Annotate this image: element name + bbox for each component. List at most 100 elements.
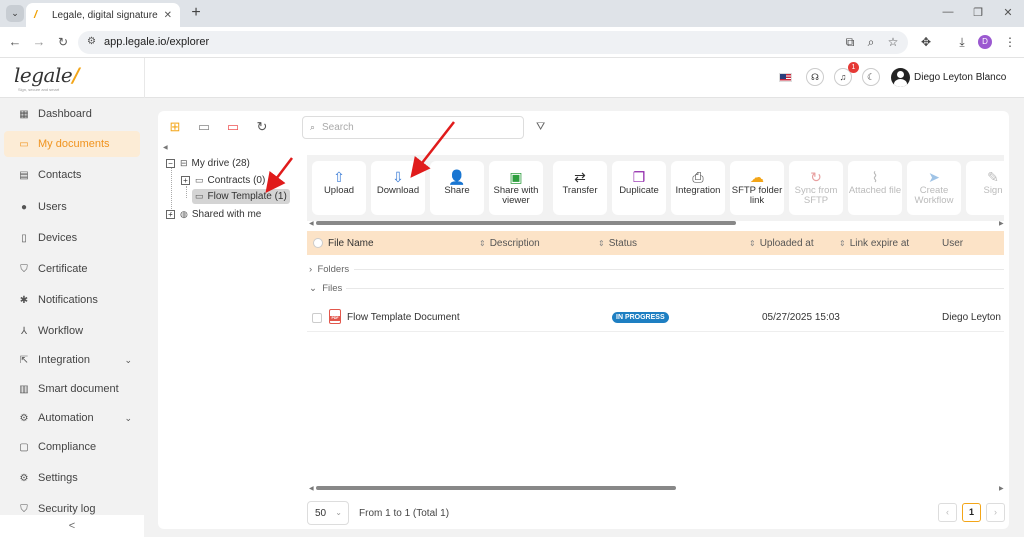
refresh-icon[interactable]: ↻ [254, 119, 270, 135]
scroll-right-icon[interactable]: ▶ [999, 485, 1004, 492]
column-user[interactable]: User [942, 238, 963, 249]
sidebar-item-automation[interactable]: ⚙ Automation ⌄ [4, 405, 140, 431]
bookmark-star-icon[interactable]: ☆ [886, 35, 900, 49]
pdf-file-icon: PDF [329, 309, 341, 324]
download-icon: ⇩ [392, 169, 404, 185]
folder-icon: ▭ [19, 138, 29, 150]
reload-icon[interactable]: ↻ [56, 35, 70, 49]
user-icon: ● [20, 201, 28, 213]
site-info-icon[interactable]: ⚙ [87, 36, 96, 47]
sidebar-item-workflow[interactable]: ⅄ Workflow [4, 318, 140, 344]
action-toolbar: ⇧ Upload ⇩ Download 👤 Share ▣ Share with vie… [307, 155, 1004, 221]
sidebar-item-smart-document[interactable]: ▥ Smart document [4, 376, 140, 402]
column-description[interactable]: ⇕ Description [479, 238, 540, 249]
scroll-left-icon[interactable]: ◀ [163, 144, 168, 151]
dashboard-icon: ▦ [19, 108, 29, 120]
sidebar-item-integration[interactable]: ⇱ Integration ⌄ [4, 347, 140, 373]
user-name[interactable]: Diego Leyton Blanco [914, 72, 1006, 83]
scroll-left-icon[interactable]: ◀ [309, 220, 314, 227]
file-name[interactable]: Flow Template Document [347, 312, 460, 323]
sitemap-icon: ⅄ [20, 325, 28, 337]
user-avatar[interactable] [891, 68, 910, 87]
create-workflow-button[interactable]: ➤ Create Workflow [907, 161, 961, 215]
transfer-button[interactable]: ⇄ Transfer [553, 161, 607, 215]
tab-search-button[interactable]: ⌄ [6, 5, 24, 22]
theme-toggle-icon[interactable]: ☾ [862, 68, 880, 86]
page-button-current[interactable]: 1 [962, 503, 981, 522]
search-icon: ⌕ [310, 122, 316, 132]
expand-node-icon[interactable]: + [181, 176, 190, 185]
column-uploaded-at[interactable]: ⇕ Uploaded at [749, 238, 814, 249]
sidebar-item-contacts[interactable]: ▤ Contacts [4, 162, 140, 188]
tree-node-contracts[interactable]: + ▭ Contracts (0) [181, 173, 265, 188]
share-with-viewer-button[interactable]: ▣ Share with viewer [489, 161, 543, 215]
back-icon[interactable]: ← [8, 35, 22, 49]
legale-favicon-icon: / [34, 9, 38, 21]
duplicate-button[interactable]: ❐ Duplicate [612, 161, 666, 215]
column-status[interactable]: ⇕ Status [598, 238, 637, 249]
chevron-down-icon: ⌄ [335, 508, 342, 517]
group-folders[interactable]: › Folders [309, 264, 349, 275]
zoom-icon[interactable]: ⌕ [864, 35, 878, 50]
support-icon[interactable]: ☊ [806, 68, 824, 86]
sidebar-collapse-button[interactable]: < [0, 515, 144, 537]
forward-icon[interactable]: → [32, 35, 46, 49]
sftp-folder-link-button[interactable]: ☁ SFTP folder link [730, 161, 784, 215]
downloads-icon[interactable]: ⤓ [955, 35, 969, 50]
extensions-icon[interactable]: ✥ [919, 35, 933, 49]
toolbar-scrollbar[interactable] [316, 221, 736, 225]
sidebar-item-dashboard[interactable]: ▦ Dashboard [4, 101, 140, 127]
sidebar-item-notifications[interactable]: ✱ Notifications [4, 287, 140, 313]
sidebar-item-settings[interactable]: ⚙ Settings [4, 465, 140, 491]
shield-icon: ⛉ [20, 503, 28, 515]
profile-avatar[interactable]: D [978, 35, 992, 49]
select-all-checkbox[interactable] [313, 238, 323, 248]
table-scrollbar[interactable] [316, 486, 676, 490]
logo-wordmark: legale/ [14, 63, 80, 87]
address-bar[interactable]: ⚙ app.legale.io/explorer ⧉ ⌕ ☆ [78, 31, 908, 54]
page-size-select[interactable]: 50 ⌄ [307, 501, 349, 525]
folder-delete-icon[interactable]: ▭ [225, 119, 241, 135]
attached-file-button[interactable]: ⌇ Attached file [848, 161, 902, 215]
folder-move-icon[interactable]: ▭ [196, 119, 212, 135]
column-link-expire-at[interactable]: ⇕ Link expire at [839, 238, 909, 249]
minimize-window-icon[interactable]: — [941, 6, 955, 18]
sign-button[interactable]: ✎ Sign [966, 161, 1004, 215]
row-checkbox[interactable] [312, 313, 322, 323]
browser-menu-icon[interactable]: ⋮ [1003, 35, 1017, 49]
tree-node-shared[interactable]: + ◍ Shared with me [166, 207, 261, 222]
restore-window-icon[interactable]: ❐ [971, 6, 985, 19]
sidebar-item-devices[interactable]: ▯ Devices [4, 225, 140, 251]
new-tab-button[interactable]: + [188, 4, 204, 21]
expand-node-icon[interactable]: + [166, 210, 175, 219]
sidebar-item-certificate[interactable]: ⛉ Certificate [4, 256, 140, 282]
sidebar-item-my-documents[interactable]: ▭ My documents [4, 131, 140, 157]
sidebar-item-compliance[interactable]: ▢ Compliance [4, 434, 140, 460]
group-files[interactable]: ⌄ Files [309, 283, 342, 294]
close-tab-icon[interactable]: ✕ [164, 10, 172, 21]
next-page-button[interactable]: › [986, 503, 1005, 522]
legale-logo[interactable]: legale/ Sign, secure and smart [14, 63, 144, 95]
browser-tab[interactable]: / Legale, digital signature ✕ [26, 3, 180, 27]
address-url[interactable]: app.legale.io/explorer [104, 36, 209, 48]
sync-from-sftp-button[interactable]: ↻ Sync from SFTP [789, 161, 843, 215]
new-folder-icon[interactable]: ⊞ [167, 119, 183, 135]
close-window-icon[interactable]: ✕ [1001, 6, 1015, 19]
search-input[interactable]: ⌕ Search [302, 116, 524, 139]
upload-button[interactable]: ⇧ Upload [312, 161, 366, 215]
prev-page-button[interactable]: ‹ [938, 503, 957, 522]
table-header: File Name ⇕ Description ⇕ Status ⇕ Uploaded… [307, 231, 1004, 255]
share-button[interactable]: 👤 Share [430, 161, 484, 215]
integration-button[interactable]: ⎙ Integration [671, 161, 725, 215]
tree-node-my-drive[interactable]: − ⊟ My drive (28) [166, 156, 250, 171]
column-file-name[interactable]: File Name [328, 238, 374, 249]
scroll-right-icon[interactable]: ▶ [999, 220, 1004, 227]
collapse-node-icon[interactable]: − [166, 159, 175, 168]
sidebar-item-users[interactable]: ● Users [4, 194, 140, 220]
filter-icon[interactable]: ⛛ [536, 121, 545, 134]
us-flag-icon[interactable] [779, 73, 792, 82]
install-app-icon[interactable]: ⧉ [843, 35, 857, 50]
tree-node-flow-template[interactable]: ▭ Flow Template (1) [192, 189, 290, 204]
download-button[interactable]: ⇩ Download [371, 161, 425, 215]
scroll-left-icon[interactable]: ◀ [309, 485, 314, 492]
